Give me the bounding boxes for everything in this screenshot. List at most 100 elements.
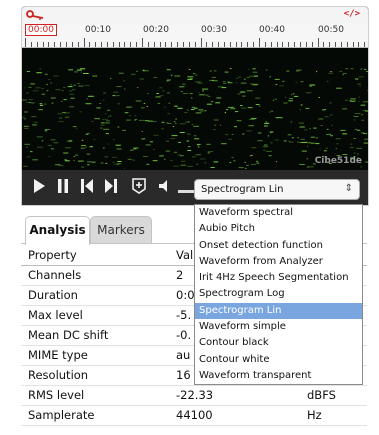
spectrogram-streak — [251, 147, 257, 149]
dropdown-option[interactable]: Waveform transparent — [195, 368, 362, 384]
timeline-ruler[interactable]: 00:00 00:10 00:20 00:30 00:40 00:50 — [22, 23, 368, 48]
spectrogram-streak — [126, 106, 132, 108]
tab-analysis[interactable]: Analysis — [25, 216, 90, 245]
spectrogram-streak — [216, 97, 222, 99]
row-property: Mean DC shift — [28, 328, 109, 342]
volume-icon[interactable] — [156, 177, 174, 195]
spectrogram-streak — [28, 102, 31, 103]
spectrogram-streak — [36, 136, 43, 138]
spectrogram-streak — [213, 70, 217, 72]
tab-markers[interactable]: Markers — [90, 216, 152, 244]
spectrogram-streak — [26, 71, 30, 72]
spectrogram-streak — [191, 106, 195, 108]
spectrogram-streak — [102, 118, 108, 120]
spectrogram-streak — [336, 87, 342, 89]
dropdown-option[interactable]: Irit 4Hz Speech Segmentation — [195, 270, 362, 286]
pause-icon[interactable] — [54, 177, 72, 195]
spectrogram-streak — [159, 155, 164, 157]
spectrogram-streak — [159, 95, 164, 97]
spectrogram-streak — [28, 99, 33, 100]
dropdown-option[interactable]: Contour white — [195, 352, 362, 368]
spectrogram-streak — [268, 155, 272, 157]
dropdown-option[interactable]: Contour black — [195, 335, 362, 351]
spectrogram-streak — [199, 94, 205, 96]
view-select[interactable]: Spectrogram Lin ⇕ — [194, 179, 360, 200]
spectrogram-streak — [76, 69, 82, 71]
spectrogram-streak — [325, 147, 328, 149]
row-property: Duration — [28, 288, 78, 302]
spectrogram-streak — [357, 83, 361, 85]
spectrogram-streak — [48, 79, 51, 80]
spectrogram-streak — [305, 107, 310, 109]
spectrogram-streak — [139, 78, 144, 80]
skip-back-icon[interactable] — [78, 177, 96, 195]
spectrogram-streak — [198, 109, 204, 111]
spectrogram-streak — [231, 134, 234, 135]
play-icon[interactable] — [30, 177, 48, 195]
dropdown-option[interactable]: Waveform spectral — [195, 205, 362, 221]
spectrogram-streak — [234, 111, 239, 113]
spectrogram-streak — [194, 135, 197, 137]
spectrogram-streak — [264, 122, 270, 124]
spectrogram-streak — [233, 160, 236, 162]
spectrogram-streak — [229, 68, 232, 70]
spectrogram-streak — [173, 165, 179, 167]
spectrogram-streak — [187, 165, 193, 167]
timeline-tick — [200, 38, 202, 47]
spectrogram-streak — [51, 148, 54, 150]
spectrogram-streak — [30, 83, 35, 85]
spectrogram-streak — [340, 129, 346, 131]
spectrogram-streak — [186, 133, 191, 135]
spectrogram-streak — [166, 92, 170, 94]
spectrogram-streak — [174, 75, 181, 77]
timeline-tick — [259, 38, 260, 47]
spectrogram-streak — [171, 135, 178, 137]
spectrogram-streak — [246, 90, 253, 92]
spectrogram-streak — [315, 137, 318, 139]
key-icon[interactable] — [26, 10, 46, 20]
spectrogram-streak — [69, 90, 73, 92]
spectrogram-streak — [44, 73, 48, 75]
spectrogram-streak — [152, 160, 158, 162]
timeline-tick — [71, 42, 73, 47]
spectrogram-streak — [231, 156, 234, 158]
dropdown-option[interactable]: Onset detection function — [195, 238, 362, 254]
spectrogram-streak — [24, 143, 31, 145]
spectrogram-streak — [197, 144, 200, 146]
dropdown-option[interactable]: Spectrogram Log — [195, 286, 362, 302]
spectrogram-streak — [165, 150, 171, 152]
spectrogram-streak — [301, 150, 307, 152]
timeline-tick — [83, 38, 85, 47]
spectrogram-streak — [187, 109, 189, 111]
spectrogram-streak — [62, 112, 66, 113]
spectrogram-view[interactable]: Cibe51de — [22, 48, 368, 170]
spectrogram-streak — [186, 140, 189, 142]
dropdown-option[interactable]: Waveform from Analyzer — [195, 254, 362, 270]
timeline-tick — [311, 42, 313, 47]
spectrogram-streak — [242, 133, 245, 135]
spectrogram-streak — [224, 71, 229, 73]
code-icon[interactable]: </> — [344, 9, 360, 19]
player-header: </> — [22, 7, 368, 23]
dropdown-option[interactable]: Waveform simple — [195, 319, 362, 335]
spectrogram-streak — [350, 68, 354, 70]
spectrogram-streak — [58, 165, 64, 167]
spectrogram-streak — [170, 138, 176, 140]
spectrogram-streak — [192, 156, 196, 158]
spectrogram-streak — [104, 156, 108, 158]
spectrogram-streak — [146, 163, 150, 165]
spectrogram-streak — [35, 87, 41, 89]
dropdown-option[interactable]: Aubio Pitch — [195, 221, 362, 237]
spectrogram-streak — [157, 102, 161, 104]
spectrogram-streak — [308, 166, 314, 168]
add-marker-icon[interactable] — [130, 177, 148, 195]
skip-forward-icon[interactable] — [102, 177, 120, 195]
spectrogram-streak — [305, 92, 312, 94]
spectrogram-streak — [61, 100, 63, 102]
spectrogram-streak — [64, 159, 67, 161]
spectrogram-streak — [107, 116, 110, 118]
spectrogram-streak — [107, 109, 110, 111]
timeline-tick — [65, 42, 67, 47]
dropdown-option[interactable]: Spectrogram Lin — [195, 302, 362, 320]
spectrogram-streak — [59, 117, 63, 119]
